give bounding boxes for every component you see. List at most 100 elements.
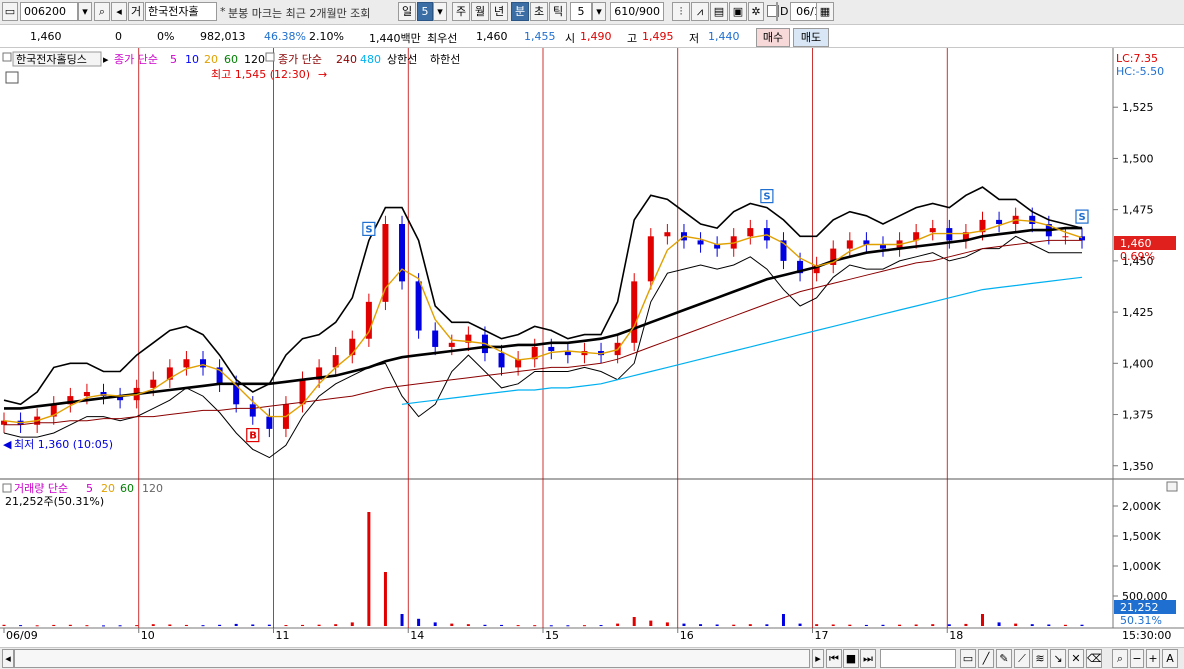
time-tick-label: 15 bbox=[545, 629, 559, 642]
drawing-icon[interactable]: ✎ bbox=[996, 649, 1012, 668]
legend-ma20: 20 bbox=[204, 53, 218, 66]
price-volume-chart[interactable]: 1,5251,5001,4751,4501,4251,4001,3751,350… bbox=[0, 48, 1184, 648]
eraser-icon[interactable]: ⌫ bbox=[1086, 649, 1102, 668]
cross-icon[interactable]: ✕ bbox=[1068, 649, 1084, 668]
legend-ma240: 240 bbox=[336, 53, 357, 66]
volume-bar bbox=[649, 620, 653, 626]
chart-toolbar: ▭ 006200 ▾ ⌕ ◂ 거 한국전자홀 * 분봉 마크는 최근 2개월만 … bbox=[0, 0, 1184, 25]
candle-body bbox=[846, 240, 853, 249]
vol-legend-toggle[interactable] bbox=[2, 483, 12, 493]
candle-body bbox=[647, 236, 654, 282]
indicator-icon[interactable]: ⩘ bbox=[691, 2, 709, 21]
forward-icon[interactable]: ⏭ bbox=[860, 649, 876, 668]
period-month-button[interactable]: 월 bbox=[471, 2, 489, 21]
trend-icon[interactable]: ⟋ bbox=[1014, 649, 1030, 668]
volume-bar bbox=[234, 623, 238, 626]
low-price: 1,440 bbox=[708, 30, 740, 43]
ma480-line bbox=[401, 276, 1083, 405]
candle-body bbox=[548, 346, 555, 352]
line-chart-icon[interactable]: ╱ bbox=[978, 649, 994, 668]
price-tick-label: 1,350 bbox=[1122, 460, 1154, 473]
font-size-icon[interactable]: A bbox=[1162, 649, 1178, 668]
search-icon[interactable]: ⌕ bbox=[94, 2, 110, 21]
volume-bar bbox=[417, 618, 421, 626]
candle-body bbox=[249, 404, 256, 417]
zoom-out-icon[interactable]: − bbox=[1130, 649, 1144, 668]
candle-body bbox=[365, 301, 372, 339]
candle-body bbox=[996, 219, 1003, 224]
code-dropdown-icon[interactable]: ▾ bbox=[78, 2, 92, 21]
candle-body bbox=[747, 228, 754, 237]
legend-menu-icon[interactable]: ▸ bbox=[103, 53, 109, 66]
price-tick-label: 1,375 bbox=[1122, 409, 1154, 422]
volume-bar bbox=[665, 622, 669, 626]
stock-code-input[interactable]: 006200 bbox=[20, 2, 78, 21]
volume-bar bbox=[184, 624, 188, 626]
candle-settings-icon[interactable]: ⫶ bbox=[672, 2, 690, 21]
period-tick-button[interactable]: 틱 bbox=[549, 2, 567, 21]
period-day-count[interactable]: 5 bbox=[417, 2, 433, 21]
candle-body bbox=[183, 359, 190, 368]
sell-button[interactable]: 매도 bbox=[793, 28, 829, 47]
volume-bar bbox=[848, 624, 852, 626]
time-tick-label: 18 bbox=[949, 629, 963, 642]
vol-legend-60: 60 bbox=[120, 482, 134, 495]
overlay-icon[interactable]: ▤ bbox=[710, 2, 728, 21]
candle-body bbox=[448, 342, 455, 347]
period-year-button[interactable]: 년 bbox=[490, 2, 508, 21]
scroll-right-icon[interactable]: ▸ bbox=[812, 649, 824, 668]
last-volume-pct: 50.31% bbox=[1120, 614, 1162, 627]
time-tick-label: 06/09 bbox=[6, 629, 38, 642]
save-icon[interactable]: ▣ bbox=[729, 2, 747, 21]
legend-toggle[interactable] bbox=[2, 52, 12, 62]
period-minute-button[interactable]: 분 bbox=[511, 2, 529, 21]
volume-bar bbox=[52, 624, 56, 626]
stock-name-field[interactable]: 한국전자홀 bbox=[145, 2, 217, 21]
legend2-toggle[interactable] bbox=[265, 52, 275, 62]
volume-bar bbox=[947, 624, 951, 626]
volume-bar bbox=[864, 624, 868, 626]
fibo-icon[interactable]: ≋ bbox=[1032, 649, 1048, 668]
zoom-slider[interactable] bbox=[880, 649, 956, 668]
candle-body bbox=[664, 232, 671, 237]
volume-bar bbox=[118, 625, 122, 627]
arrow-icon[interactable]: ↘ bbox=[1050, 649, 1066, 668]
calendar-icon[interactable]: ▦ bbox=[816, 2, 834, 21]
time-tick-label: 17 bbox=[815, 629, 829, 642]
last-change-value: 0.69% bbox=[1120, 250, 1155, 263]
volume-bar bbox=[831, 624, 835, 626]
lc-value: LC:7.35 bbox=[1116, 52, 1158, 65]
period-dropdown-icon[interactable]: ▾ bbox=[433, 2, 447, 21]
zoom-in-icon[interactable]: + bbox=[1146, 649, 1160, 668]
gear-icon[interactable]: ✲ bbox=[748, 2, 764, 21]
volume-bar bbox=[267, 624, 271, 626]
candle-body bbox=[631, 281, 638, 343]
period-day-button[interactable]: 일 bbox=[398, 2, 416, 21]
horizontal-scrollbar[interactable] bbox=[14, 649, 810, 668]
interval-input[interactable]: 5 bbox=[570, 2, 592, 21]
volume-bar bbox=[1080, 624, 1084, 626]
period-week-button[interactable]: 주 bbox=[452, 2, 470, 21]
candle-body bbox=[349, 338, 356, 356]
interval-dropdown-icon[interactable]: ▾ bbox=[592, 2, 606, 21]
bar-count-field[interactable]: 610/900 bbox=[610, 2, 664, 21]
vol-pane-minimize-icon[interactable] bbox=[1166, 481, 1178, 492]
legend-ma120: 120 bbox=[244, 53, 265, 66]
time-tick-label: 16 bbox=[680, 629, 694, 642]
stop-icon[interactable]: ■ bbox=[843, 649, 859, 668]
rewind-icon[interactable]: ⏮ bbox=[826, 649, 842, 668]
legend-band-lower: 하한선 bbox=[430, 52, 460, 66]
period-second-button[interactable]: 초 bbox=[530, 2, 548, 21]
volume-bar bbox=[450, 623, 454, 626]
magnifier-icon[interactable]: ⌕ bbox=[1112, 649, 1128, 668]
window-menu-icon[interactable]: ▭ bbox=[2, 2, 18, 21]
open-label: 시 bbox=[565, 32, 576, 45]
grid-table-icon[interactable] bbox=[5, 71, 19, 84]
chart-area[interactable]: 1,525 1,500 1,475 1,450 1,425 1,400 1,375 1,350… bbox=[0, 48, 1184, 648]
scroll-left-icon[interactable]: ◂ bbox=[2, 649, 14, 668]
speaker-icon[interactable]: ◂ bbox=[111, 2, 127, 21]
signal-marker-label: S bbox=[365, 224, 372, 235]
chart-type-icon[interactable]: ▭ bbox=[960, 649, 976, 668]
buy-button[interactable]: 매수 bbox=[756, 28, 790, 47]
type-button[interactable]: 거 bbox=[128, 2, 144, 21]
